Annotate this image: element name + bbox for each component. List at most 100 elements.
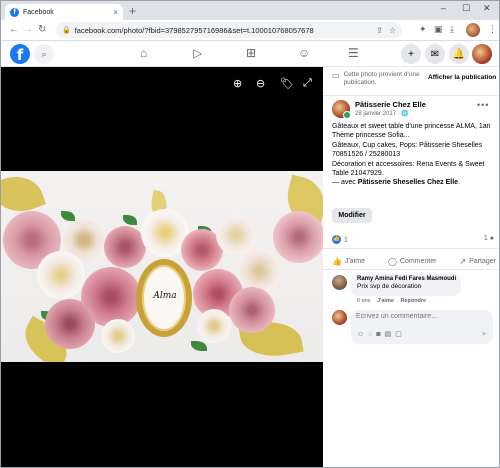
comment-author[interactable]: Ramy Amina Fedi Fares Masmoudi [357, 276, 456, 282]
edit-button[interactable]: Modifier [332, 208, 372, 223]
tag-icon[interactable]: 🏷 [280, 77, 294, 90]
tab-close-icon[interactable]: × [113, 8, 118, 17]
post-details-panel: ▭ Cette photo provient d'une publication… [323, 67, 499, 467]
close-window-button[interactable]: ✕ [483, 3, 491, 14]
comment-button[interactable]: ◯ Commenter [388, 254, 437, 268]
like-count[interactable]: 1 [344, 236, 348, 243]
share-button-label: Partager [469, 257, 496, 265]
forward-arrow-icon[interactable]: → [23, 24, 33, 35]
paper-flower [45, 299, 95, 349]
comment-input[interactable] [356, 313, 486, 320]
paper-flower [104, 226, 146, 268]
photo-notice-icon: ▭ [332, 71, 340, 80]
notifications-bell-icon[interactable]: 🔔 [449, 44, 469, 64]
lock-icon[interactable]: 🔒 [62, 26, 71, 34]
marketplace-icon[interactable]: ⊞ [246, 46, 256, 60]
reload-icon[interactable]: ↻ [38, 24, 46, 35]
camera-icon[interactable]: ◙ [376, 331, 384, 338]
side-panel-icon[interactable]: ▣ [434, 24, 443, 35]
gif-icon[interactable]: ▤ [385, 331, 396, 338]
commenter-avatar[interactable] [332, 275, 347, 290]
green-leaf [123, 215, 137, 225]
page-name[interactable]: Pâtisserie Chez Elle [355, 100, 426, 109]
show-post-link[interactable]: Afficher la publication [428, 74, 496, 81]
search-icon[interactable]: ⌕ [34, 44, 54, 64]
share-arrow-icon: ↗ [459, 256, 467, 266]
post-date[interactable]: 28 janvier 2017 · 🌐 [355, 110, 409, 117]
sticker-icon[interactable]: ▢ [395, 331, 406, 338]
paper-flower [101, 319, 135, 353]
home-icon[interactable]: ⌂ [140, 46, 147, 60]
comment-reply-link[interactable]: Répondre [400, 298, 426, 304]
like-button[interactable]: 👍 J'aime [332, 254, 365, 268]
comment-icon: ◯ [387, 256, 397, 266]
with-suffix: . [458, 179, 461, 187]
messenger-icon[interactable]: ✉ [425, 44, 445, 64]
photo-viewer: ⊕ ⊖ 🏷 ⤢ Alma [1, 67, 323, 467]
browser-profile-avatar[interactable] [466, 23, 480, 37]
comment-age[interactable]: 6 ans [357, 298, 370, 304]
tagged-page-link[interactable]: Pâtisserie Sheselles Chez Elle [358, 179, 458, 186]
comment-text: Prix svp de décoration [357, 283, 422, 290]
divider [323, 269, 499, 270]
paper-flower [237, 249, 281, 293]
zoom-out-icon[interactable]: ⊖ [256, 77, 265, 90]
tab-title: Facebook [23, 8, 54, 16]
browser-window: f Facebook × + – ☐ ✕ ← → ↻ 🔒 facebook.co… [0, 0, 500, 468]
comment-count-text[interactable]: 1 [484, 235, 488, 242]
photo-notice-text: Cette photo provient d'une publication. [343, 71, 420, 86]
post-date-text[interactable]: 28 janvier 2017 · [355, 111, 401, 117]
comment-meta: 6 ans J'aime Répondre [357, 298, 426, 304]
with-prefix: — avec [332, 179, 358, 187]
minimize-button[interactable]: – [441, 3, 446, 13]
paper-flower [197, 309, 231, 343]
post-line: Décoration et accessoires: Rena Events &… [332, 160, 485, 178]
maximize-button[interactable]: ☐ [462, 3, 470, 14]
browser-menu-icon[interactable]: ⋮ [488, 24, 497, 35]
share-button[interactable]: ↗ Partager [459, 254, 496, 268]
post-text: Gâteaux et sweet table d'une princesse A… [332, 122, 496, 188]
browser-toolbar: ← → ↻ 🔒 facebook.com/photo/?fbid=3798527… [1, 20, 499, 41]
paper-flower [37, 251, 85, 299]
privacy-globe-icon[interactable]: 🌐 [401, 111, 408, 117]
browser-tab[interactable]: f Facebook × [5, 4, 123, 20]
facebook-logo[interactable]: f [10, 44, 30, 64]
reaction-summary[interactable]: 👍 1 1 ● [332, 235, 496, 245]
create-plus-icon[interactable]: + [401, 44, 421, 64]
video-icon[interactable]: ▷ [193, 46, 202, 60]
account-avatar[interactable] [472, 44, 492, 64]
divider [323, 95, 499, 96]
menu-icon[interactable]: ☰ [348, 46, 359, 60]
share-icon[interactable]: ⇪ [376, 26, 383, 35]
comment-like-link[interactable]: J'aime [377, 298, 394, 304]
divider [323, 248, 499, 249]
extensions-puzzle-icon[interactable]: ✦ [419, 24, 427, 35]
comment-composer[interactable]: ☺◌◙▤▢ ➤ [351, 310, 493, 344]
my-avatar[interactable] [332, 310, 347, 325]
comment-count[interactable]: 1 ● [484, 235, 494, 242]
facebook-header: f ⌕ ⌂ ▷ ⊞ ☺ ☰ + ✉ 🔔 [1, 41, 499, 67]
groups-icon[interactable]: ☺ [298, 46, 310, 60]
avatar-sticker-icon[interactable]: ☺ [357, 331, 368, 338]
frame-logo-text: Alma [153, 291, 177, 301]
comment-bubble-icon: ● [489, 235, 494, 242]
new-tab-button[interactable]: + [129, 4, 136, 18]
page-avatar[interactable] [332, 100, 351, 119]
url-text[interactable]: facebook.com/photo/?fbid=379852795716986… [75, 26, 370, 35]
bookmark-star-icon[interactable]: ☆ [389, 26, 396, 35]
zoom-in-icon[interactable]: ⊕ [233, 77, 242, 90]
address-bar[interactable]: 🔒 facebook.com/photo/?fbid=3798527957169… [56, 22, 402, 38]
post-actions: 👍 J'aime ◯ Commenter ↗ Partager [332, 254, 496, 268]
back-arrow-icon[interactable]: ← [9, 24, 19, 35]
post-photo[interactable]: Alma [1, 171, 323, 362]
paper-flower [273, 211, 323, 263]
comment-bubble: Ramy Amina Fedi Fares Masmoudi Prix svp … [351, 274, 461, 296]
fullscreen-icon[interactable]: ⤢ [303, 77, 312, 90]
send-icon[interactable]: ➤ [481, 330, 487, 338]
download-icon[interactable]: ⤓ [450, 24, 454, 35]
tab-strip: f Facebook × + – ☐ ✕ [1, 1, 499, 20]
post-line: Gâteaux, Cup cakes, Pops: Pâtisserie She… [332, 141, 483, 159]
more-options-icon[interactable]: ••• [477, 100, 489, 110]
paper-flower [216, 215, 256, 255]
composer-tools: ☺◌◙▤▢ [357, 330, 406, 338]
